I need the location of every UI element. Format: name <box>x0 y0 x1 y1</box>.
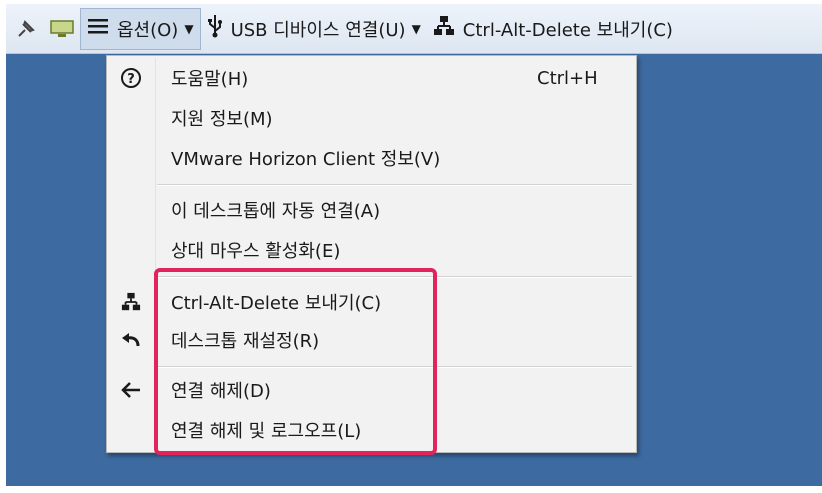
menu-item-label: VMware Horizon Client 정보(V) <box>171 149 441 170</box>
horizon-toolbar: 옵션(O) ▼ USB 디바이스 연결(U) ▼ Ctrl-Alt-Delete… <box>6 4 822 54</box>
menu-item-label: 지원 정보(M) <box>171 109 273 130</box>
left-arrow-icon <box>117 376 145 404</box>
usb-connect-button[interactable]: USB 디바이스 연결(U) ▼ <box>201 4 427 53</box>
options-menu-label: 옵션(O) <box>117 19 179 41</box>
usb-icon <box>207 14 223 43</box>
menu-item-relative-mouse[interactable]: 상대 마우스 활성화(E) <box>107 232 636 268</box>
menu-item-label: 데스크톱 재설정(R) <box>171 331 320 352</box>
menu-item-label: Ctrl-Alt-Delete 보내기(C) <box>171 293 382 314</box>
menu-item-label: 연결 해제(D) <box>171 381 271 402</box>
options-dropdown-menu: ? 도움말(H) Ctrl+H 지원 정보(M) VMware Horizon … <box>106 55 637 453</box>
menu-item-support-info[interactable]: 지원 정보(M) <box>107 100 636 136</box>
menu-item-disconnect[interactable]: 연결 해제(D) <box>107 372 636 408</box>
send-cad-label: Ctrl-Alt-Delete 보내기(C) <box>462 19 673 41</box>
menu-item-label: 상대 마우스 활성화(E) <box>171 241 341 262</box>
menu-item-label: 이 데스크톱에 자동 연결(A) <box>171 201 381 222</box>
menu-item-label: 연결 해제 및 로그오프(L) <box>171 421 362 442</box>
menu-divider <box>157 366 632 368</box>
chevron-down-icon: ▼ <box>411 21 421 36</box>
undo-arrow-icon <box>117 326 145 354</box>
monitor-icon[interactable] <box>48 15 76 43</box>
menu-item-about[interactable]: VMware Horizon Client 정보(V) <box>107 140 636 176</box>
menu-divider <box>157 276 632 278</box>
chevron-down-icon: ▼ <box>184 21 194 36</box>
network-icon <box>433 15 455 42</box>
network-icon <box>117 288 145 316</box>
menu-item-help[interactable]: ? 도움말(H) Ctrl+H <box>107 60 636 96</box>
menu-item-label: 도움말(H) <box>171 69 249 90</box>
send-cad-button[interactable]: Ctrl-Alt-Delete 보내기(C) <box>427 4 679 53</box>
menu-divider <box>157 184 632 186</box>
menu-item-reset-desktop[interactable]: 데스크톱 재설정(R) <box>107 322 636 358</box>
usb-connect-label: USB 디바이스 연결(U) <box>230 19 406 41</box>
svg-text:?: ? <box>127 72 135 87</box>
help-icon: ? <box>117 64 145 92</box>
menu-item-disconnect-logoff[interactable]: 연결 해제 및 로그오프(L) <box>107 412 636 448</box>
menu-item-shortcut: Ctrl+H <box>537 67 598 89</box>
menu-item-auto-connect[interactable]: 이 데스크톱에 자동 연결(A) <box>107 192 636 228</box>
pin-icon[interactable] <box>12 15 40 43</box>
options-menu-button[interactable]: 옵션(O) ▼ <box>80 7 201 50</box>
hamburger-icon <box>87 17 109 40</box>
menu-item-send-cad[interactable]: Ctrl-Alt-Delete 보내기(C) <box>107 284 636 320</box>
